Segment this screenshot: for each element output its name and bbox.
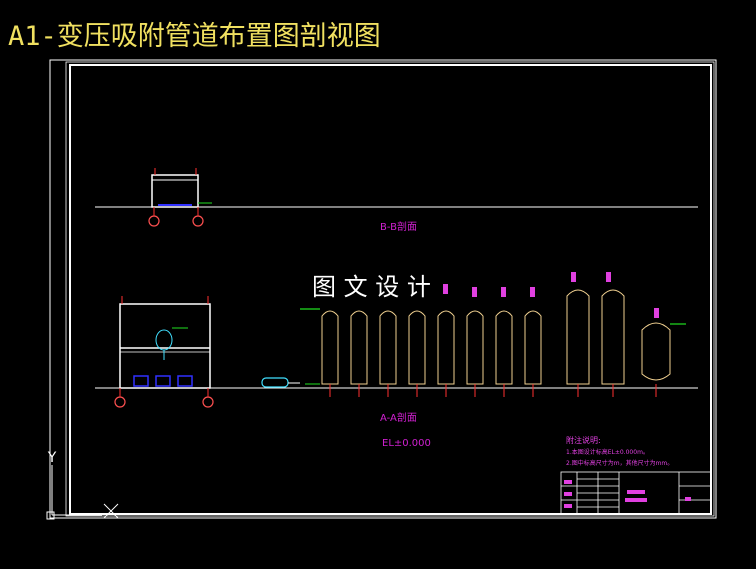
ucs-icon: Y [46,450,102,520]
steel-structure [114,296,214,408]
section-bb: B-B剖面 [95,168,698,233]
ucs-y-label: Y [47,450,57,466]
horizontal-drum [261,377,320,388]
adsorber-towers [321,289,671,385]
section-aa-label: A-A剖面 [380,411,417,424]
notes-block: 附注说明: 1.本图设计标高EL±0.000m。 2.图中标高尺寸为m，其他尺寸… [566,435,673,467]
section-bb-label: B-B剖面 [380,220,417,233]
elevation-label: EL±0.000 [382,438,431,449]
notes-line-1: 1.本图设计标高EL±0.000m。 [566,448,649,456]
title-block [560,471,712,515]
notes-line-2: 2.图中标高尺寸为m，其他尺寸为mm。 [566,459,673,467]
watermark-text: 图 文 设 计 [312,273,431,301]
notes-heading: 附注说明: [566,435,601,445]
tower-centerlines [329,384,657,397]
cad-drawing-canvas[interactable]: Y B-B剖面 图 文 设 计 A-A剖面 EL±0.000 附注说明: 1.本… [0,0,756,569]
